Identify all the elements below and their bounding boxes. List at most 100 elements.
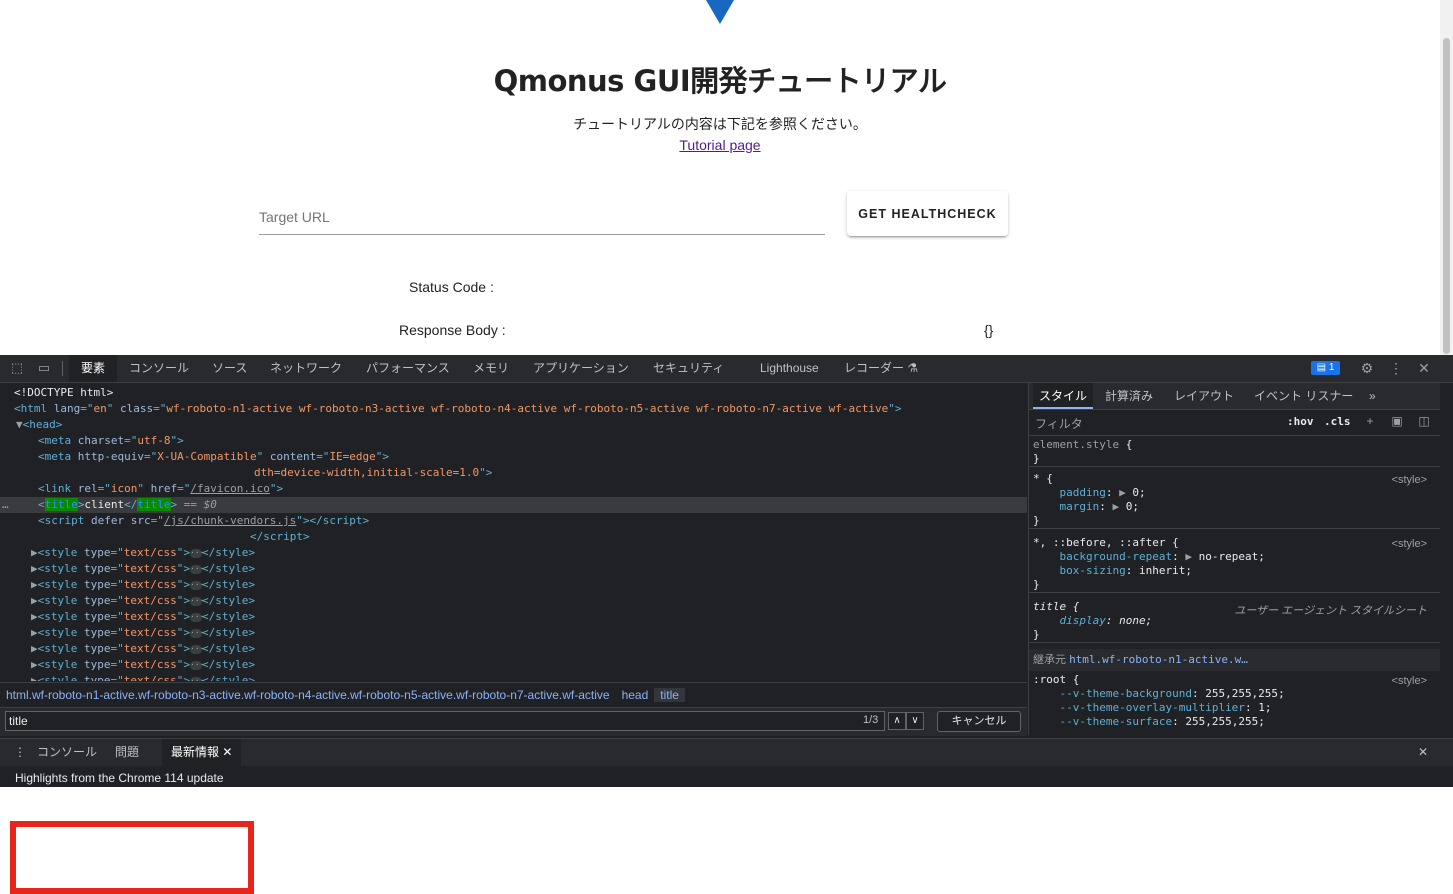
add-rule-icon[interactable]: + bbox=[1363, 414, 1377, 428]
inspect-element-icon[interactable]: ⬚ bbox=[9, 360, 25, 376]
collapsed-content-icon[interactable]: ··· bbox=[189, 580, 204, 590]
expand-triangle-icon[interactable]: ▼ bbox=[16, 418, 23, 431]
expand-triangle-icon[interactable]: ▶ bbox=[31, 578, 38, 591]
dom-node-style[interactable]: ▶<style type="text/css">···</style> bbox=[31, 673, 255, 681]
tab-lighthouse[interactable]: Lighthouse bbox=[748, 355, 831, 382]
search-cancel-button[interactable]: キャンセル bbox=[937, 711, 1021, 732]
rule2-source[interactable]: <style> bbox=[1392, 538, 1427, 550]
page-scrollbar[interactable] bbox=[1440, 0, 1453, 355]
link-href-value[interactable]: /favicon.ico bbox=[190, 482, 269, 495]
get-healthcheck-button[interactable]: GET HEALTHCHECK bbox=[847, 191, 1008, 236]
expand-triangle-icon[interactable]: ▶ bbox=[31, 610, 38, 623]
prop-name[interactable]: --v-theme-background bbox=[1060, 687, 1192, 700]
expand-triangle-icon[interactable]: ▶ bbox=[31, 642, 38, 655]
prop-value[interactable]: no-repeat bbox=[1199, 550, 1259, 563]
drawer-close-icon[interactable]: ✕ bbox=[1409, 739, 1437, 766]
tab-event-listeners[interactable]: イベント リスナー bbox=[1248, 383, 1359, 409]
dom-node-meta-viewport[interactable]: dth=device-width,initial-scale=1.0"> bbox=[254, 465, 492, 481]
dom-node-style[interactable]: ▶<style type="text/css">···</style> bbox=[31, 625, 255, 641]
gear-icon[interactable]: ⚙ bbox=[1359, 360, 1375, 376]
more-actions-icon[interactable]: … bbox=[2, 497, 9, 513]
dom-search-input[interactable] bbox=[5, 711, 885, 731]
tab-memory[interactable]: メモリ bbox=[461, 355, 521, 382]
prop-value[interactable]: 1 bbox=[1258, 701, 1265, 714]
dom-node-style[interactable]: ▶<style type="text/css">···</style> bbox=[31, 577, 255, 593]
expand-triangle-icon[interactable]: ▶ bbox=[31, 626, 38, 639]
dom-node-script-app[interactable]: </script> bbox=[250, 529, 310, 545]
drawer-tab-whats-new[interactable]: 最新情報 ✕ bbox=[162, 739, 242, 766]
page-scrollbar-thumb[interactable] bbox=[1443, 38, 1450, 354]
tab-computed[interactable]: 計算済み bbox=[1099, 383, 1159, 409]
tab-elements[interactable]: 要素 bbox=[69, 355, 118, 382]
more-tabs-icon[interactable]: » bbox=[1363, 383, 1382, 409]
expand-triangle-icon[interactable]: ▶ bbox=[31, 546, 38, 559]
prop-name[interactable]: background-repeat bbox=[1060, 550, 1173, 563]
close-tab-icon[interactable]: ✕ bbox=[222, 745, 232, 759]
search-prev-icon[interactable]: ∧ bbox=[888, 712, 906, 730]
breadcrumb-head[interactable]: head bbox=[616, 688, 655, 702]
prop-name[interactable]: box-sizing bbox=[1060, 564, 1126, 577]
collapsed-content-icon[interactable]: ··· bbox=[189, 660, 204, 670]
paint-brush-icon[interactable]: ▣ bbox=[1390, 414, 1404, 428]
prop-name[interactable]: margin bbox=[1060, 500, 1100, 513]
drawer-tab-issues[interactable]: 問題 bbox=[106, 739, 148, 766]
collapsed-content-icon[interactable]: ··· bbox=[189, 628, 204, 638]
dom-node-meta-http-equiv[interactable]: <meta http-equiv="X-UA-Compatible" conte… bbox=[38, 449, 389, 465]
prop-name[interactable]: --v-theme-overlay-multiplier bbox=[1060, 701, 1245, 714]
drawer-tab-console[interactable]: コンソール bbox=[28, 739, 106, 766]
dom-node-style[interactable]: ▶<style type="text/css">···</style> bbox=[31, 609, 255, 625]
expand-triangle-icon[interactable]: ▶ bbox=[31, 658, 38, 671]
dom-node-meta-charset[interactable]: <meta charset="utf-8"> bbox=[38, 433, 184, 449]
tab-layout[interactable]: レイアウト bbox=[1168, 383, 1240, 409]
dom-node-html[interactable]: <html lang="en" class="wf-roboto-n1-acti… bbox=[14, 401, 901, 417]
tab-sources[interactable]: ソース bbox=[200, 355, 259, 382]
expand-triangle-icon[interactable]: ▶ bbox=[31, 594, 38, 607]
collapsed-content-icon[interactable]: ··· bbox=[189, 676, 204, 681]
sidebar-toggle-icon[interactable]: ◫ bbox=[1417, 414, 1431, 428]
collapsed-content-icon[interactable]: ··· bbox=[189, 644, 204, 654]
dom-node-style[interactable]: ▶<style type="text/css">···</style> bbox=[31, 545, 255, 561]
tab-styles[interactable]: スタイル bbox=[1033, 383, 1094, 409]
prop-value[interactable]: 255,255,255 bbox=[1185, 715, 1258, 728]
tutorial-link[interactable]: Tutorial page bbox=[679, 137, 760, 153]
messages-badge[interactable]: ▤ 1 bbox=[1311, 361, 1340, 375]
search-next-icon[interactable]: ∨ bbox=[906, 712, 924, 730]
expand-triangle-icon[interactable]: ▶ bbox=[31, 674, 38, 681]
tab-recorder[interactable]: レコーダー ⚗ bbox=[832, 355, 930, 382]
prop-value[interactable]: 0 bbox=[1132, 486, 1139, 499]
styles-filter-input[interactable] bbox=[1033, 413, 1281, 434]
dom-node-link[interactable]: <link rel="icon" href="/favicon.ico"> bbox=[38, 481, 283, 497]
dom-node-style[interactable]: ▶<style type="text/css">···</style> bbox=[31, 657, 255, 673]
dom-node-head[interactable]: ▼<head> bbox=[16, 417, 62, 433]
collapsed-content-icon[interactable]: ··· bbox=[189, 548, 204, 558]
cls-toggle[interactable]: .cls bbox=[1324, 415, 1351, 428]
tab-security[interactable]: セキュリティ bbox=[641, 355, 736, 382]
prop-name[interactable]: --v-theme-surface bbox=[1060, 715, 1173, 728]
tab-console[interactable]: コンソール bbox=[117, 355, 201, 382]
breadcrumb-html[interactable]: html.wf-roboto-n1-active.wf-roboto-n3-ac… bbox=[0, 688, 616, 702]
prop-value[interactable]: 255,255,255 bbox=[1205, 687, 1278, 700]
collapsed-content-icon[interactable]: ··· bbox=[189, 612, 204, 622]
target-url-input[interactable] bbox=[259, 200, 825, 235]
expand-triangle-icon[interactable]: ▶ bbox=[31, 562, 38, 575]
hov-toggle[interactable]: :hov bbox=[1287, 415, 1314, 428]
tab-performance[interactable]: パフォーマンス bbox=[354, 355, 462, 382]
tab-network[interactable]: ネットワーク bbox=[258, 355, 354, 382]
collapsed-content-icon[interactable]: ··· bbox=[189, 564, 204, 574]
dom-node-style[interactable]: ▶<style type="text/css">···</style> bbox=[31, 641, 255, 657]
device-toolbar-icon[interactable]: ▭ bbox=[36, 360, 52, 376]
script-src-value[interactable]: /js/chunk-vendors.js bbox=[164, 514, 296, 527]
prop-value[interactable]: 0 bbox=[1126, 500, 1133, 513]
tab-application[interactable]: アプリケーション bbox=[521, 355, 641, 382]
rule1-source[interactable]: <style> bbox=[1392, 474, 1427, 486]
close-icon[interactable]: ✕ bbox=[1416, 360, 1432, 376]
prop-name[interactable]: padding bbox=[1060, 486, 1106, 499]
styles-scrollbar[interactable] bbox=[1440, 383, 1453, 735]
rule4-source[interactable]: <style> bbox=[1392, 675, 1427, 687]
prop-value[interactable]: inherit bbox=[1139, 564, 1185, 577]
dom-node-script-vendors[interactable]: <script defer src="/js/chunk-vendors.js"… bbox=[38, 513, 369, 529]
inherited-from-link[interactable]: html.wf-roboto-n1-active.w… bbox=[1069, 653, 1248, 666]
dom-node-style[interactable]: ▶<style type="text/css">···</style> bbox=[31, 593, 255, 609]
dom-node-doctype[interactable]: <!DOCTYPE html> bbox=[14, 385, 113, 401]
dom-node-title-selected[interactable]: … <title>client</title> == $0 bbox=[0, 497, 1027, 513]
